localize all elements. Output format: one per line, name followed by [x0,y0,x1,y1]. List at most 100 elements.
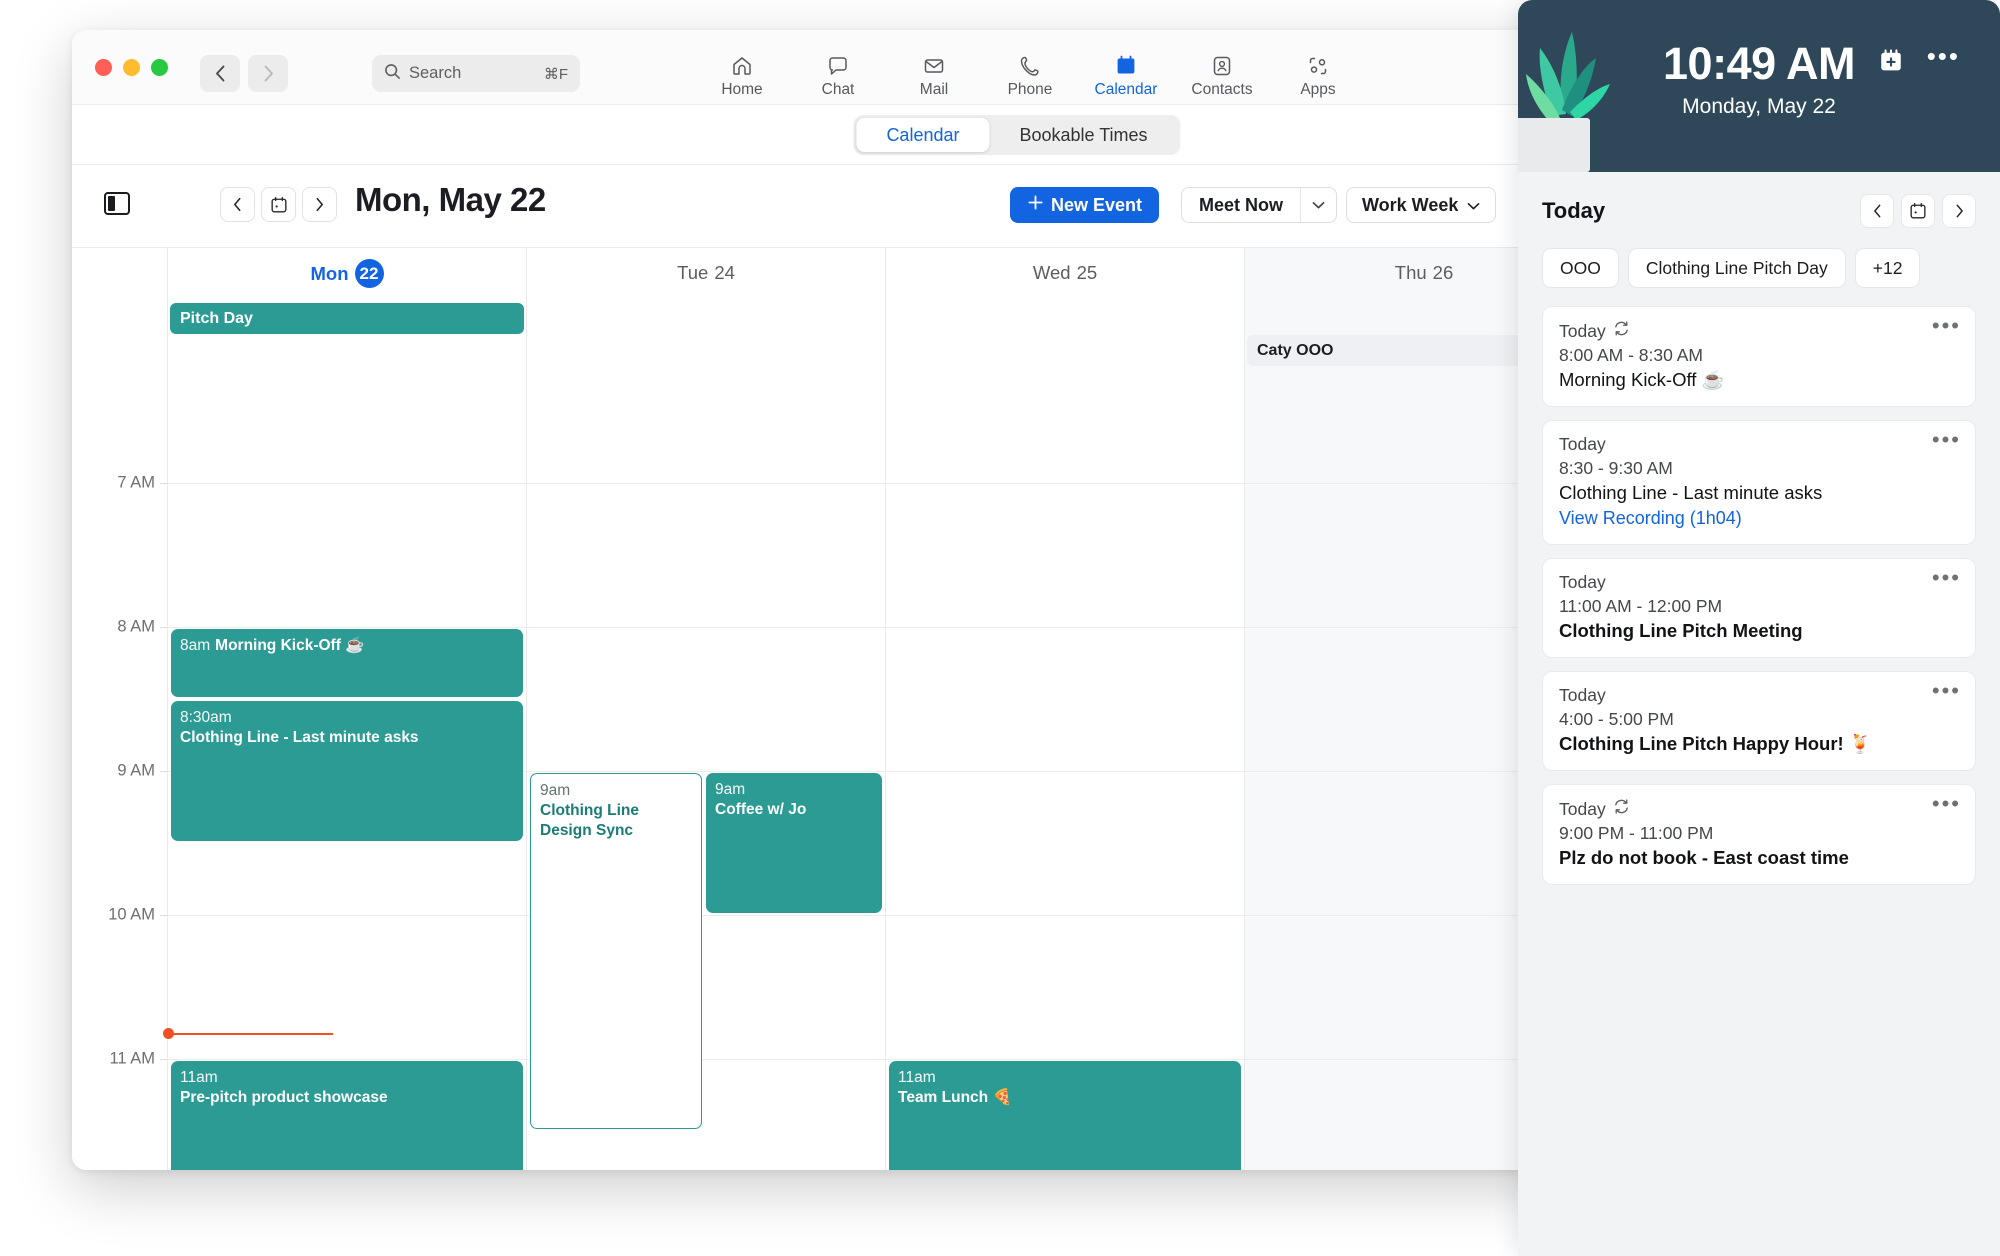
day-column-wed[interactable]: 11am Team Lunch 🍕 [885,371,1244,1170]
panel-more-options-icon[interactable]: ••• [1927,43,1960,69]
agenda-time: 11:00 AM - 12:00 PM [1559,596,1723,616]
tab-bookable-times[interactable]: Bookable Times [989,118,1177,152]
forward-button[interactable] [248,55,288,92]
panel-next-day-button[interactable] [1942,194,1976,228]
filter-chip[interactable]: Clothing Line Pitch Day [1627,248,1846,288]
calendar-event[interactable]: 8:30am Clothing Line - Last minute asks [171,701,523,842]
calendar-event[interactable]: 9am Clothing Line Design Sync [530,773,702,1130]
page-title: Mon, May 22 [355,181,546,218]
agenda-more-options-icon[interactable]: ••• [1932,567,1961,589]
agenda-more-options-icon[interactable]: ••• [1932,793,1961,815]
hour-tick [160,1059,167,1061]
mail-icon [922,54,946,78]
nav-item-chat[interactable]: Chat [790,44,886,99]
filter-chip[interactable]: OOO [1542,248,1619,288]
view-select-button[interactable]: Work Week [1346,187,1497,223]
day-header-label: Wed 25 [1032,262,1098,283]
contacts-icon [1210,54,1234,78]
panel-body: Today OOO Clothing Line Pitch Day +12 Toda… [1518,172,2000,885]
main-navigation: Home Chat Mail Phone Calendar Contacts A… [694,44,1366,99]
agenda-title: Morning Kick-Off ☕ [1559,369,1725,390]
calendar-icon [1114,54,1138,78]
agenda-item[interactable]: Today 8:30 - 9:30 AM Clothing Line - Last … [1542,420,1976,545]
agenda-title: Clothing Line Pitch Happy Hour! 🍹 [1559,733,1872,754]
agenda-more-options-icon[interactable]: ••• [1932,429,1961,451]
panel-today-row: Today [1542,190,1976,232]
calendar-event[interactable]: 8am Morning Kick-Off ☕ [171,629,523,698]
nav-label-chat: Chat [821,81,855,98]
hour-gridline [886,771,1244,773]
event-title: Pre-pitch product showcase [180,1089,388,1107]
calendar-event[interactable]: 11am Pre-pitch product showcase [171,1061,523,1170]
recurring-icon [1613,320,1630,342]
hour-gridline [168,627,526,629]
day-header-wed[interactable]: Wed 25 [885,248,1244,371]
agenda-item[interactable]: Today 4:00 - 5:00 PM Clothing Line Pitch H… [1542,671,1976,771]
event-time: 8:30am [180,709,232,727]
all-day-event[interactable]: Pitch Day [170,303,524,334]
previous-period-button[interactable] [220,187,255,222]
tab-calendar[interactable]: Calendar [856,118,990,152]
back-button[interactable] [200,55,240,92]
day-header-tue[interactable]: Tue 24 [526,248,885,371]
hour-tick [160,627,167,629]
nav-item-apps[interactable]: Apps [1270,44,1366,99]
agenda-item[interactable]: Today 11:00 AM - 12:00 PM Clothing Line Pi… [1542,558,1976,658]
agenda-day-label: Today [1559,434,1606,454]
day-column-tue[interactable]: 9am Clothing Line Design Sync 9am Coffee w/… [526,371,885,1170]
event-title: Clothing Line - Last minute asks [180,729,419,747]
agenda-title: Plz do not book - East coast time [1559,847,1849,868]
agenda-day-label: Today [1559,320,1959,342]
search-shortcut: ⌘F [543,65,568,83]
sidebar-toggle-icon[interactable] [104,192,130,215]
event-title: Team Lunch 🍕 [898,1089,1012,1107]
calendar-event[interactable]: 9am Coffee w/ Jo [706,773,882,914]
nav-item-mail[interactable]: Mail [886,44,982,99]
agenda-day-label: Today [1559,572,1606,592]
hour-gridline [168,1059,526,1061]
today-button[interactable] [261,187,296,222]
panel-filter-chips: OOO Clothing Line Pitch Day +12 [1542,248,1976,288]
new-event-label: New Event [1051,194,1143,215]
view-recording-link[interactable]: View Recording (1h04) [1559,508,1959,529]
agenda-day-label: Today [1559,798,1959,820]
agenda-item[interactable]: Today 9:00 PM - 11:00 PM Plz do not book -… [1542,784,1976,885]
panel-today-button[interactable] [1901,194,1935,228]
event-title: Clothing Line Design Sync [540,802,640,839]
next-period-button[interactable] [302,187,337,222]
hour-gridline [168,915,526,917]
meet-now-button[interactable]: Meet Now [1182,188,1300,222]
nav-item-contacts[interactable]: Contacts [1174,44,1270,99]
gutter-ticks [160,371,167,1170]
agenda-more-options-icon[interactable]: ••• [1932,680,1961,702]
new-event-button[interactable]: New Event [1010,187,1160,223]
history-nav [200,55,288,92]
calendar-event[interactable]: 11am Team Lunch 🍕 [889,1061,1241,1170]
hour-gridline [886,915,1244,917]
agenda-more-options-icon[interactable]: ••• [1932,315,1961,337]
close-window-button[interactable] [95,59,112,76]
event-time: 9am [540,782,571,800]
meet-now-chevron-down-icon[interactable] [1300,188,1336,222]
nav-item-calendar[interactable]: Calendar [1078,44,1174,99]
nav-label-apps: Apps [1300,81,1336,98]
day-header-mon[interactable]: Mon 22 Pitch Day [167,248,526,371]
agenda-item[interactable]: Today 8:00 AM - 8:30 AM Morning Kick-Off ☕… [1542,306,1976,407]
day-column-mon[interactable]: 8am Morning Kick-Off ☕ 8:30am Clothing Line… [163,371,526,1170]
event-time: 8am [180,637,211,655]
filter-chip[interactable]: +12 [1854,248,1921,288]
search-input[interactable]: Search ⌘F [372,55,580,92]
nav-item-phone[interactable]: Phone [982,44,1078,99]
panel-previous-day-button[interactable] [1860,194,1894,228]
hour-tick [160,771,167,773]
nav-item-home[interactable]: Home [694,44,790,99]
recurring-icon [1613,798,1630,820]
day-header-label: Tue 24 [677,262,735,283]
minimize-window-button[interactable] [123,59,140,76]
add-calendar-event-icon[interactable] [1878,48,1904,79]
hour-gridline [527,627,885,629]
hour-gridline [527,771,885,773]
search-placeholder: Search [409,64,462,82]
hour-gridline [527,483,885,485]
maximize-window-button[interactable] [151,59,168,76]
